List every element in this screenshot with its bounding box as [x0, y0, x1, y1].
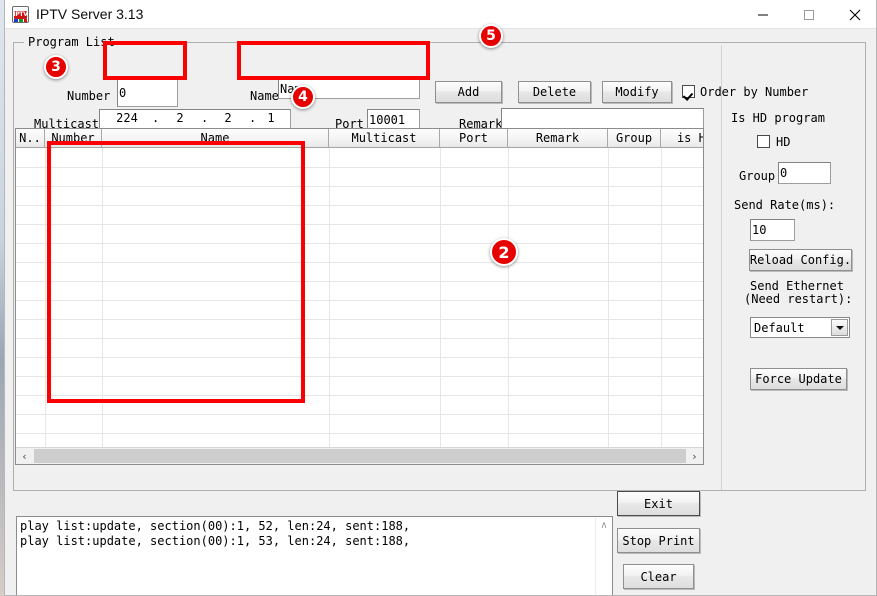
table-header-number[interactable]: Number	[45, 129, 102, 147]
table-row-separator	[16, 376, 703, 377]
table-header-is_hd[interactable]: is HD	[661, 129, 704, 147]
table-header-group[interactable]: Group	[608, 129, 661, 147]
reload-config-button[interactable]: Reload Config.	[749, 249, 852, 271]
table-row-separator	[16, 414, 703, 415]
table-row-separator	[16, 224, 703, 225]
table-horizontal-scrollbar[interactable]: ‹ ›	[16, 447, 703, 464]
table-header-port[interactable]: Port	[440, 129, 508, 147]
log-text-content: play list:update, section(00):1, 52, len…	[20, 519, 595, 549]
multicast-octet-2[interactable]: 2	[160, 112, 200, 124]
multicast-dot-1: .	[152, 112, 159, 124]
window-client-area: Program List Number 0 Name Name Multicas…	[5, 29, 877, 596]
table-row-separator	[16, 262, 703, 263]
panel-divider	[721, 45, 722, 490]
minimize-icon	[757, 9, 769, 21]
maximize-button[interactable]	[786, 0, 832, 29]
exit-button[interactable]: Exit	[617, 491, 700, 516]
number-input[interactable]: 0	[117, 79, 178, 107]
table-header-remark[interactable]: Remark	[508, 129, 608, 147]
force-update-button[interactable]: Force Update	[750, 368, 847, 390]
clear-button[interactable]: Clear	[623, 564, 694, 589]
multicast-octet-4[interactable]: 1	[252, 112, 290, 124]
add-button[interactable]: Add	[435, 81, 502, 103]
table-body[interactable]	[16, 148, 703, 447]
order-by-number-label: Order by Number	[700, 85, 808, 99]
is-hd-program-label: Is HD program	[731, 111, 825, 125]
scroll-up-icon[interactable]: ∧	[596, 517, 612, 534]
multicast-address-input[interactable]: 224 . 2 . 2 . 1	[99, 109, 291, 130]
close-button[interactable]	[832, 0, 877, 29]
send-ethernet-selected-value: Default	[754, 321, 805, 335]
program-list-legend: Program List	[24, 35, 119, 49]
table-column-separator	[329, 148, 330, 447]
window-title: IPTV Server 3.13	[36, 6, 143, 22]
table-row-separator	[16, 319, 703, 320]
send-rate-input[interactable]: 10	[750, 219, 795, 241]
minimize-button[interactable]	[740, 0, 786, 29]
multicast-octet-3[interactable]: 2	[208, 112, 248, 124]
multicast-octet-1[interactable]: 224	[104, 112, 150, 124]
table-row-separator	[16, 243, 703, 244]
table-row-separator	[16, 186, 703, 187]
hd-checkbox-label: HD	[776, 135, 790, 149]
table-column-separator	[661, 148, 662, 447]
program-list-table[interactable]: N..NumberNameMulticastPortRemarkGroupis …	[15, 128, 704, 465]
table-column-separator	[608, 148, 609, 447]
table-header-name[interactable]: Name	[102, 129, 329, 147]
send-ethernet-label-line1: Send Ethernet	[750, 279, 844, 293]
delete-button[interactable]: Delete	[518, 81, 591, 103]
table-column-separator	[440, 148, 441, 447]
desktop-background: IPTV IPTV Server 3.13	[0, 0, 877, 596]
table-header-row: N..NumberNameMulticastPortRemarkGroupis …	[16, 129, 703, 148]
iptv-logo-icon: IPTV	[12, 6, 29, 23]
scroll-right-icon[interactable]: ›	[686, 448, 703, 464]
table-header-n[interactable]: N..	[16, 129, 45, 147]
table-row-separator	[16, 395, 703, 396]
name-label: Name	[250, 89, 279, 103]
chevron-down-icon[interactable]	[831, 319, 848, 336]
hscroll-thumb[interactable]	[34, 449, 686, 463]
table-row-separator	[16, 281, 703, 282]
table-row-separator	[16, 300, 703, 301]
order-by-number-checkbox[interactable]	[682, 85, 695, 98]
scroll-left-icon[interactable]: ‹	[16, 448, 33, 464]
send-ethernet-label-line2: (Need restart):	[744, 292, 852, 306]
window-titlebar: IPTV IPTV Server 3.13	[5, 0, 877, 29]
table-row-separator	[16, 433, 703, 434]
group-input[interactable]: 0	[778, 162, 831, 184]
log-vertical-scrollbar[interactable]: ∧ ∨	[595, 517, 612, 596]
table-column-separator	[102, 148, 103, 447]
table-header-multicast[interactable]: Multicast	[329, 129, 440, 147]
stop-print-button[interactable]: Stop Print	[617, 528, 700, 553]
table-row-separator	[16, 357, 703, 358]
log-output-textarea[interactable]: play list:update, section(00):1, 52, len…	[16, 516, 613, 596]
send-rate-label: Send Rate(ms):	[734, 198, 835, 212]
iptv-logo-text: IPTV	[13, 10, 28, 19]
table-row-separator	[16, 338, 703, 339]
send-ethernet-select[interactable]: Default	[750, 317, 850, 338]
maximize-icon	[803, 9, 815, 21]
modify-button[interactable]: Modify	[602, 81, 672, 103]
group-label: Group	[739, 169, 775, 183]
table-row-separator	[16, 205, 703, 206]
name-input[interactable]: Name	[278, 78, 420, 99]
remark-input[interactable]	[501, 108, 704, 129]
port-input[interactable]: 10001	[367, 109, 420, 130]
iptv-server-window: IPTV IPTV Server 3.13	[4, 0, 877, 596]
close-icon	[849, 9, 861, 21]
number-label: Number	[67, 89, 110, 103]
table-column-separator	[508, 148, 509, 447]
hd-checkbox[interactable]	[757, 135, 770, 148]
table-row-separator	[16, 167, 703, 168]
table-column-separator	[45, 148, 46, 447]
